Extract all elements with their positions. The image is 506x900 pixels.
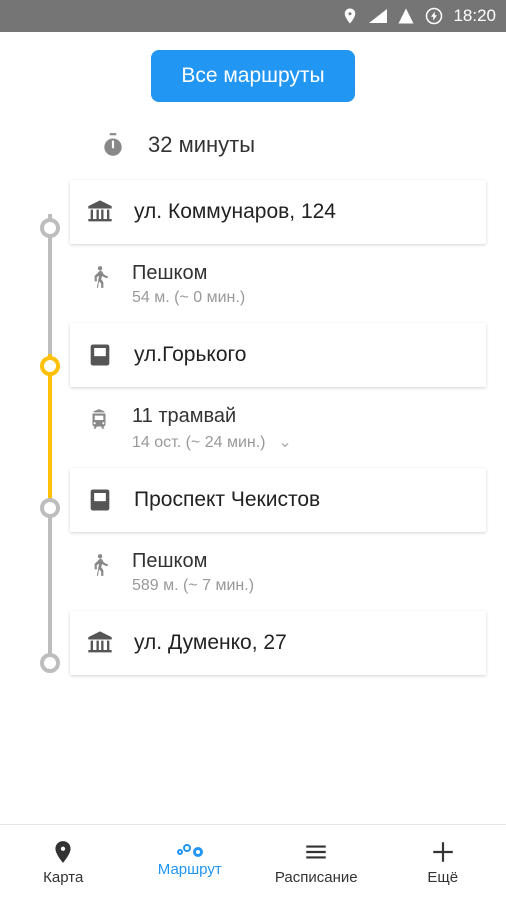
wifi-icon [369,9,387,23]
nav-label: Ещё [427,869,458,886]
stop-title: ул.Горького [134,343,246,367]
nav-label: Расписание [275,869,358,886]
list-icon [303,839,329,865]
nav-schedule[interactable]: Расписание [253,825,380,900]
stopwatch-icon [100,132,126,158]
stop-icon [86,341,114,369]
route-area: ул. Коммунаров, 124 Пешком 54 м. (~ 0 ми… [0,180,506,675]
stop-title: Проспект Чекистов [134,488,320,512]
signal-icon [397,7,415,25]
timeline-dot [40,356,60,376]
duration-row: 32 минуты [0,102,506,180]
nav-route[interactable]: Маршрут [127,825,254,900]
stop-card[interactable]: ул.Горького [70,323,486,387]
route-icon [177,847,203,857]
stop-card[interactable]: ул. Коммунаров, 124 [70,180,486,244]
timeline-dot [40,653,60,673]
step-sub: 589 м. (~ 7 мин.) [132,577,470,595]
stop-title: ул. Коммунаров, 124 [134,200,336,224]
timeline-dot [40,218,60,238]
duration-label: 32 минуты [148,132,255,158]
walk-icon [86,552,112,578]
step-walk: Пешком 54 м. (~ 0 мин.) [70,246,486,323]
status-bar: 18:20 [0,0,506,32]
flash-icon [425,7,443,25]
building-icon [86,629,114,657]
step-title: Пешком [132,262,470,285]
building-icon [86,198,114,226]
timeline [40,204,60,651]
pin-icon [50,839,76,865]
walk-icon [86,264,112,290]
all-routes-button[interactable]: Все маршруты [151,50,354,102]
chevron-down-icon[interactable]: ⌄ [278,434,291,451]
stop-card[interactable]: ул. Думенко, 27 [70,611,486,675]
status-time: 18:20 [453,6,496,26]
stop-title: ул. Думенко, 27 [134,631,287,655]
step-sub: 54 м. (~ 0 мин.) [132,289,470,307]
nav-more[interactable]: Ещё [380,825,506,900]
timeline-dot [40,498,60,518]
stop-card[interactable]: Проспект Чекистов [70,468,486,532]
tram-icon [86,407,112,433]
step-walk: Пешком 589 м. (~ 7 мин.) [70,534,486,611]
bottom-nav: Карта Маршрут Расписание Ещё [0,824,506,900]
step-title: Пешком [132,550,470,573]
plus-icon [430,839,456,865]
nav-map[interactable]: Карта [0,825,127,900]
stop-icon [86,486,114,514]
nav-label: Карта [43,869,83,886]
step-tram[interactable]: 11 трамвай 14 ост. (~ 24 мин.) ⌄ [70,389,486,468]
location-icon [341,7,359,25]
step-title: 11 трамвай [132,405,470,428]
content: Все маршруты 32 минуты ул. Коммунаров, 1… [0,50,506,675]
nav-label: Маршрут [158,861,222,878]
step-sub: 14 ост. (~ 24 мин.) ⌄ [132,432,470,452]
